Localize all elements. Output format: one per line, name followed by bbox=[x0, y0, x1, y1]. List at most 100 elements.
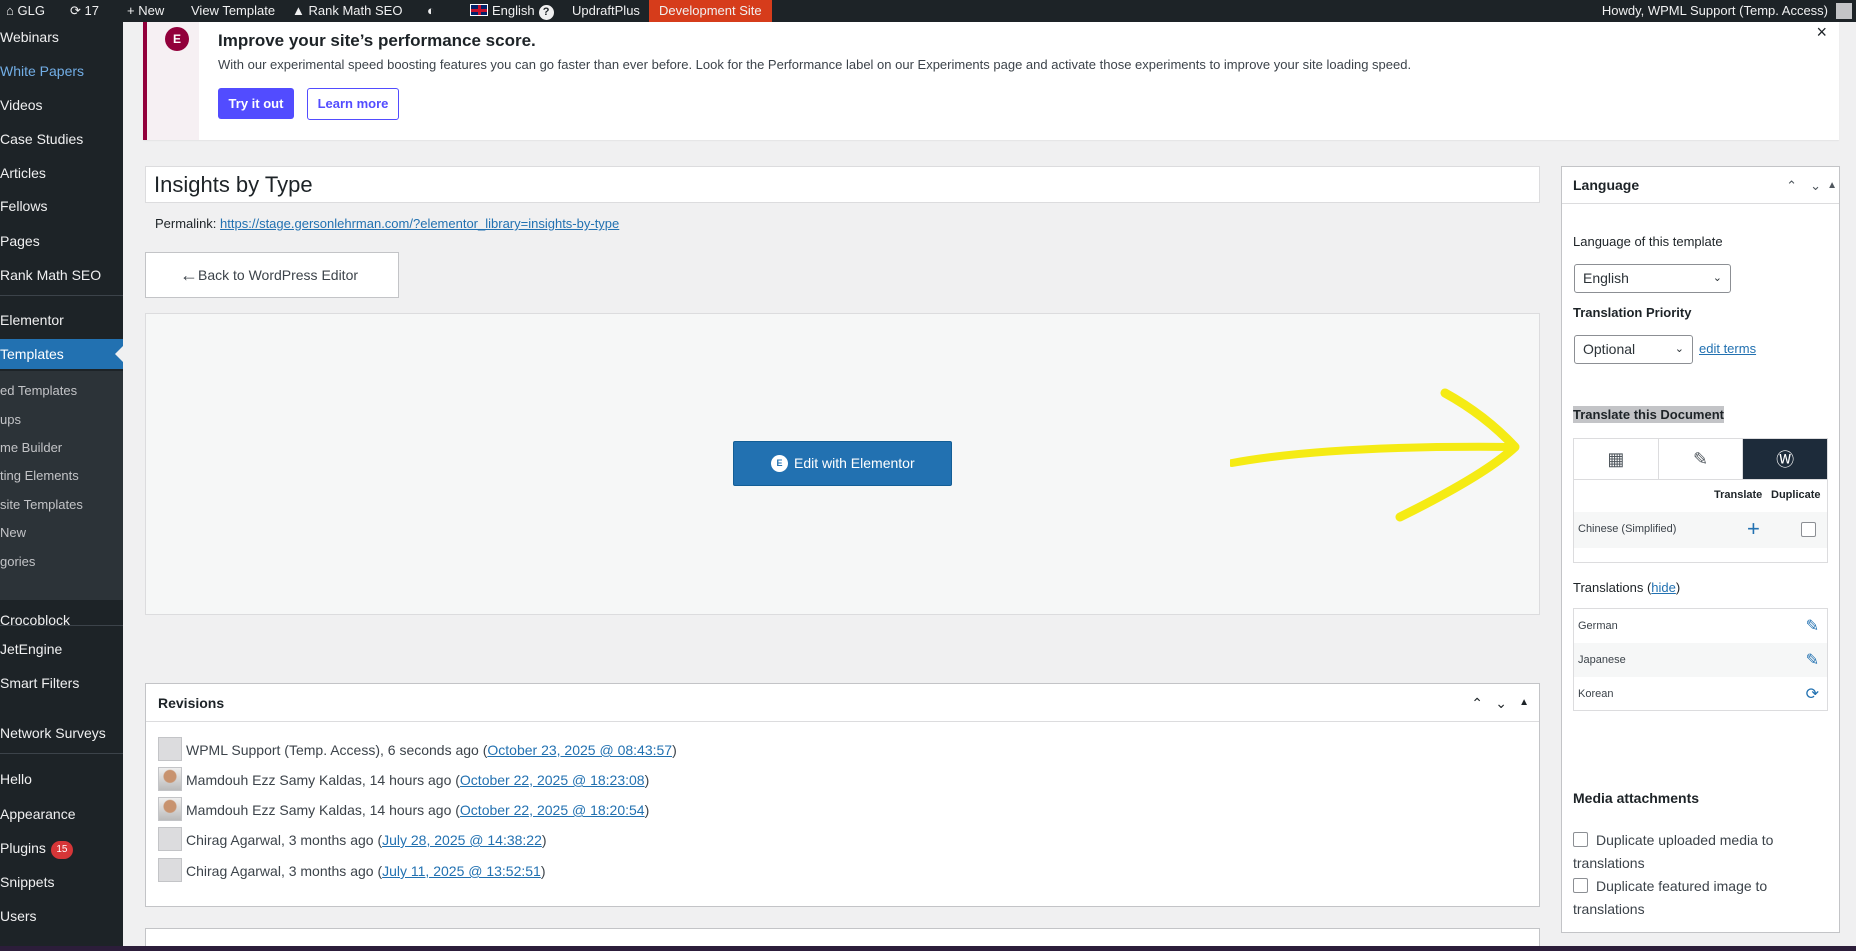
toggle-panel-icon[interactable]: ▲ bbox=[1519, 684, 1529, 722]
edit-label: Edit with Elementor bbox=[794, 455, 915, 471]
sub-categories[interactable]: gories bbox=[0, 554, 35, 569]
edit-with-elementor-button[interactable]: E Edit with Elementor bbox=[733, 441, 952, 486]
learn-more-button[interactable]: Learn more bbox=[307, 88, 399, 120]
pending-language: Chinese (Simplified) bbox=[1578, 523, 1677, 535]
translate-document-heading: Translate this Document bbox=[1573, 406, 1724, 423]
development-site-badge[interactable]: Development Site bbox=[649, 0, 772, 22]
sub-floating-elements[interactable]: ting Elements bbox=[0, 468, 79, 483]
duplicate-media-label: Duplicate uploaded media to translations bbox=[1573, 832, 1774, 871]
revision-end: ) bbox=[540, 863, 546, 879]
revision-link[interactable]: October 22, 2025 @ 18:20:54 bbox=[460, 802, 645, 818]
howdy-account[interactable]: Howdy, WPML Support (Temp. Access) bbox=[1602, 0, 1828, 22]
menu-rank-math[interactable]: Rank Math SEO bbox=[0, 264, 123, 286]
menu-articles[interactable]: Articles bbox=[0, 162, 123, 184]
pencil-icon[interactable]: ✎ bbox=[1806, 650, 1819, 670]
back-to-wordpress-editor-button[interactable]: ← Back to WordPress Editor bbox=[145, 252, 399, 298]
menu-network-surveys[interactable]: Network Surveys bbox=[0, 722, 123, 744]
menu-pages[interactable]: Pages bbox=[0, 230, 123, 252]
language-select[interactable]: English ⌄ bbox=[1574, 264, 1731, 293]
refresh-icon: ⟳ bbox=[70, 3, 81, 18]
revision-link[interactable]: July 11, 2025 @ 13:52:51 bbox=[382, 863, 541, 879]
language-switcher[interactable]: English? bbox=[470, 0, 554, 22]
menu-templates[interactable]: Templates bbox=[0, 339, 123, 369]
revisions-panel: Revisions ⌃ ⌄ ▲ WPML Support (Temp. Acce… bbox=[145, 683, 1540, 907]
duplicate-media-option[interactable]: Duplicate uploaded media to translations bbox=[1573, 829, 1823, 875]
rank-math-link[interactable]: ▲ Rank Math SEO bbox=[292, 0, 402, 22]
list-item: Japanese ✎ bbox=[1574, 643, 1827, 677]
view-template-link[interactable]: View Template bbox=[191, 0, 275, 22]
menu-webinars[interactable]: Webinars bbox=[0, 26, 123, 48]
menu-white-papers[interactable]: White Papers bbox=[0, 60, 123, 82]
sub-website-templates[interactable]: site Templates bbox=[0, 497, 83, 512]
sync-icon[interactable]: ⟳ bbox=[1806, 684, 1819, 704]
hide-link[interactable]: hide bbox=[1651, 580, 1676, 595]
sub-theme-builder[interactable]: me Builder bbox=[0, 440, 62, 455]
chevron-down-icon[interactable]: ⌄ bbox=[1810, 167, 1821, 204]
rank-math-label: Rank Math SEO bbox=[308, 3, 403, 18]
sub-popups[interactable]: ups bbox=[0, 412, 21, 427]
translations-label: Translations bbox=[1573, 580, 1644, 595]
priority-select-value: Optional bbox=[1583, 341, 1636, 357]
new-content-link[interactable]: + New bbox=[127, 0, 164, 22]
priority-select[interactable]: Optional ⌄ bbox=[1574, 335, 1693, 364]
sub-saved-templates[interactable]: ed Templates bbox=[0, 383, 77, 398]
avatar bbox=[158, 737, 182, 761]
revision-link[interactable]: October 22, 2025 @ 18:23:08 bbox=[460, 772, 645, 788]
add-translation-plus-icon[interactable]: + bbox=[1747, 516, 1760, 542]
chevron-down-icon[interactable]: ⌄ bbox=[1495, 684, 1507, 722]
duplicate-media-checkbox[interactable] bbox=[1573, 832, 1588, 847]
template-title-input[interactable]: Insights by Type bbox=[145, 166, 1540, 203]
menu-case-studies[interactable]: Case Studies bbox=[0, 128, 123, 150]
media-attachments-heading: Media attachments bbox=[1573, 790, 1700, 806]
menu-hello[interactable]: Hello bbox=[0, 768, 123, 790]
menu-elementor[interactable]: Elementor bbox=[0, 309, 123, 331]
menu-separator bbox=[0, 753, 123, 754]
site-name: GLG bbox=[17, 3, 45, 18]
revisions-title: Revisions bbox=[158, 695, 225, 711]
search-lens-icon[interactable]: ◐ bbox=[427, 0, 435, 22]
close-icon[interactable]: × bbox=[1816, 22, 1827, 43]
updates-count: 17 bbox=[84, 3, 99, 18]
toggle-panel-icon[interactable]: ▲ bbox=[1827, 167, 1837, 204]
language-label: English bbox=[492, 3, 535, 18]
menu-videos[interactable]: Videos bbox=[0, 94, 123, 116]
menu-plugins[interactable]: Plugins 15 bbox=[0, 837, 123, 859]
menu-fellows[interactable]: Fellows bbox=[0, 195, 123, 217]
translations-list: German ✎ Japanese ✎ Korean ⟳ bbox=[1573, 608, 1828, 711]
wordpress-editor-tab[interactable]: Ⓦ bbox=[1743, 439, 1828, 479]
menu-users[interactable]: Users bbox=[0, 905, 123, 927]
updates-link[interactable]: ⟳ 17 bbox=[70, 0, 99, 22]
edit-terms-link[interactable]: edit terms bbox=[1699, 341, 1756, 356]
updraft-link[interactable]: UpdraftPlus bbox=[572, 0, 640, 22]
admin-bar: ⌂ GLG ⟳ 17 + New View Template ▲ Rank Ma… bbox=[0, 0, 1856, 22]
menu-snippets[interactable]: Snippets bbox=[0, 871, 123, 893]
menu-jetengine[interactable]: JetEngine bbox=[0, 638, 123, 660]
translate-editor-tab[interactable]: ✎ bbox=[1659, 439, 1744, 479]
duplicate-featured-option[interactable]: Duplicate featured image to translations bbox=[1573, 875, 1823, 921]
avatar bbox=[158, 767, 182, 791]
wordpress-icon: Ⓦ bbox=[1776, 450, 1795, 470]
menu-smart-filters[interactable]: Smart Filters bbox=[0, 672, 123, 694]
revision-row: Mamdouh Ezz Samy Kaldas, 14 hours ago (O… bbox=[158, 767, 649, 791]
sub-add-new[interactable]: New bbox=[0, 525, 26, 540]
duplicate-featured-checkbox[interactable] bbox=[1573, 878, 1588, 893]
avatar[interactable] bbox=[1836, 3, 1852, 19]
menu-crocoblock[interactable]: Crocoblock bbox=[0, 609, 123, 631]
revision-link[interactable]: October 23, 2025 @ 08:43:57 bbox=[487, 742, 672, 758]
avatar bbox=[158, 797, 182, 821]
chevron-up-icon[interactable]: ⌃ bbox=[1786, 167, 1797, 204]
permalink-url[interactable]: https://stage.gersonlehrman.com/?element… bbox=[220, 216, 619, 231]
revision-end: ) bbox=[644, 802, 650, 818]
try-it-out-button[interactable]: Try it out bbox=[218, 88, 294, 119]
duplicate-checkbox[interactable] bbox=[1801, 522, 1816, 537]
chevron-down-icon: ⌄ bbox=[1674, 343, 1684, 355]
translation-language: German bbox=[1578, 620, 1618, 632]
pencil-icon[interactable]: ✎ bbox=[1806, 616, 1819, 636]
grid-view-tab[interactable]: ▦ bbox=[1574, 439, 1659, 479]
chevron-up-icon[interactable]: ⌃ bbox=[1471, 684, 1483, 722]
revision-row: Mamdouh Ezz Samy Kaldas, 14 hours ago (O… bbox=[158, 797, 649, 821]
site-name-link[interactable]: ⌂ GLG bbox=[6, 0, 45, 22]
list-item: German ✎ bbox=[1574, 609, 1827, 643]
revision-link[interactable]: July 28, 2025 @ 14:38:22 bbox=[382, 832, 542, 848]
menu-appearance[interactable]: Appearance bbox=[0, 803, 123, 825]
